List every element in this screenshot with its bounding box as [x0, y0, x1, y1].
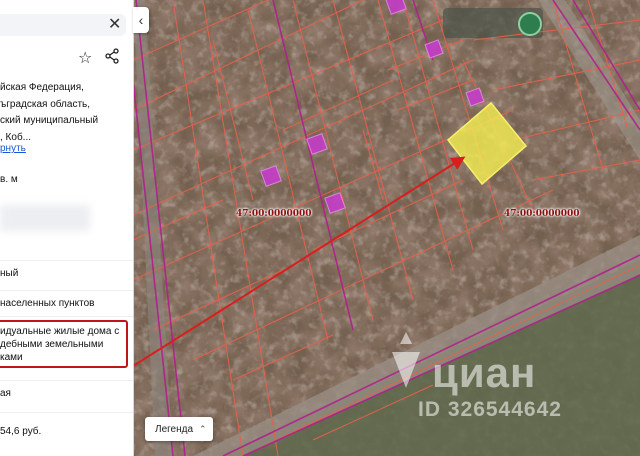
permitted-use-line: дебными земельными [0, 339, 104, 350]
map-layer-icon[interactable] [518, 12, 542, 36]
ownership-value: ая [0, 388, 11, 399]
close-icon[interactable]: ✕ [108, 14, 121, 34]
property-status-value: ный [0, 268, 19, 279]
cadastral-label: 47:00:0000000 [236, 209, 312, 219]
divider [0, 316, 133, 317]
address-text: йская Федерация, ъградская область, ский… [0, 80, 130, 146]
address-line: ъградская область, [0, 98, 91, 110]
collapse-address-link[interactable]: рнуть [0, 143, 26, 154]
divider [0, 412, 133, 413]
favorite-star-icon[interactable]: ☆ [78, 48, 92, 68]
permitted-use-value: идуальные жилые дома с дебными земельным… [0, 325, 119, 364]
legend-button[interactable]: Легенда ⌃ [145, 417, 213, 441]
permitted-use-line: ками [0, 352, 23, 363]
permitted-use-line: идуальные жилые дома с [0, 326, 120, 337]
divider [0, 380, 133, 381]
divider [0, 290, 133, 291]
cadastral-label: 47:00:0000000 [504, 209, 580, 219]
cian-logo-icon [392, 332, 420, 388]
blurred-value [0, 205, 90, 231]
chevron-up-icon: ⌃ [199, 424, 207, 434]
divider [0, 260, 133, 261]
cadastral-cost-value: 54,6 руб. [0, 426, 42, 437]
watermark-brand: циан [432, 349, 537, 396]
collapse-panel-button[interactable]: ‹ [133, 7, 149, 33]
address-line: ский муниципальный [0, 115, 99, 126]
watermark-id: ID 326544642 [418, 398, 562, 421]
address-line: йская Федерация, [0, 82, 84, 93]
listing-info-panel: ✕ ☆ йская Федерация, ъградская область, … [0, 0, 134, 456]
share-icon[interactable] [104, 48, 120, 64]
legend-label: Легенда [155, 424, 194, 435]
area-value: в. м [0, 174, 18, 185]
land-category-value: населенных пунктов [0, 298, 95, 309]
